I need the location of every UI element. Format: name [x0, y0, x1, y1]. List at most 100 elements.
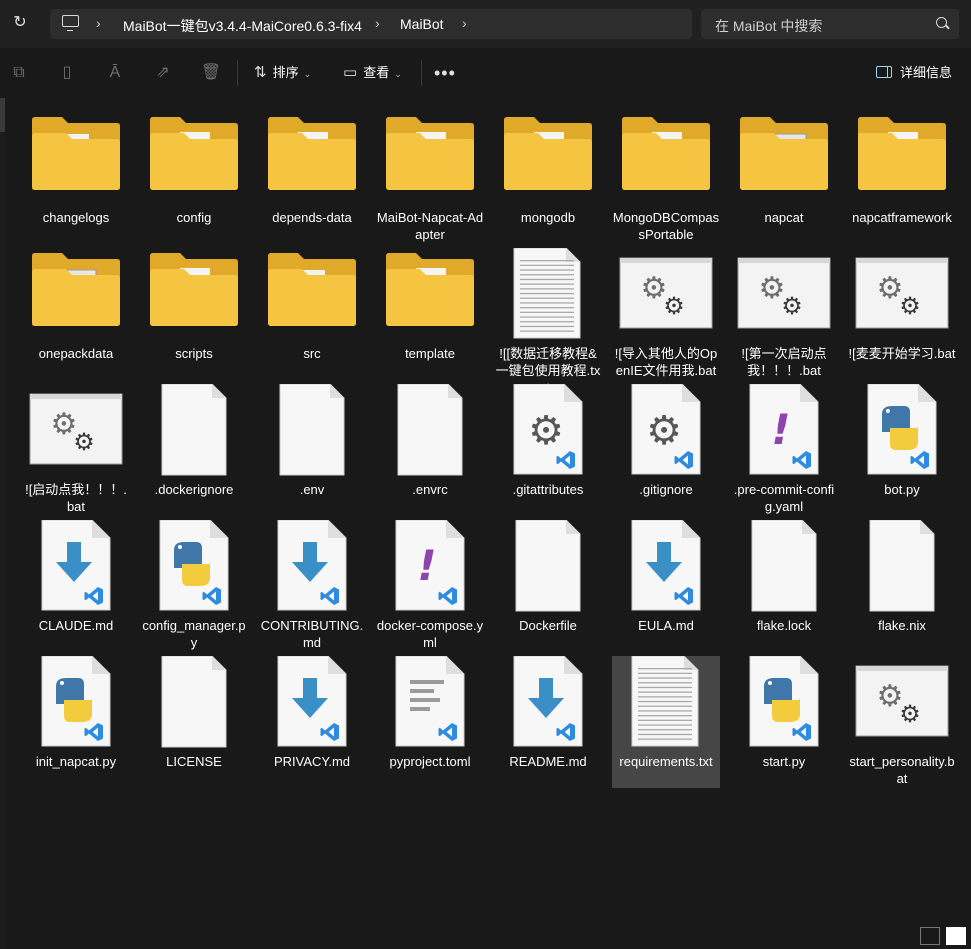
navigation-pane-edge[interactable] [0, 98, 6, 949]
file-item[interactable]: .dockerignore [140, 384, 248, 516]
file-item[interactable]: Dockerfile [494, 520, 602, 652]
file-item[interactable]: PRIVACY.md [258, 656, 366, 788]
item-label: ![第一次启动点我！！！.bat [741, 346, 827, 378]
file-item[interactable]: flake.nix [848, 520, 956, 652]
folder-item[interactable]: MongoDBCompassPortable [612, 112, 720, 244]
gitfile-file-icon: ⚙ [498, 384, 598, 476]
file-item[interactable]: ![[数据迁移教程&一键包使用教程.txt [494, 248, 602, 395]
folder-icon [380, 248, 480, 340]
share-icon[interactable]: ⇗ [150, 60, 176, 86]
file-item[interactable]: ⚙ ⚙ ![启动点我！！！.bat [22, 384, 130, 516]
file-item[interactable]: init_napcat.py [22, 656, 130, 788]
item-label: changelogs [42, 210, 110, 225]
address-bar-row: ↻ › MaiBot一键包v3.4.4-MaiCore0.6.3-fix4 › … [0, 0, 971, 48]
search-box[interactable]: 在 MaiBot 中搜索 [701, 9, 959, 39]
py-file-icon [734, 656, 834, 748]
item-label: config_manager.py [142, 618, 246, 650]
scrollbar-thumb[interactable] [0, 98, 5, 132]
md-file-icon [262, 520, 362, 612]
file-item[interactable]: ⚙ .gitattributes [494, 384, 602, 516]
file-item[interactable]: pyproject.toml [376, 656, 484, 788]
delete-icon[interactable]: 🗑 [198, 60, 224, 86]
item-label: config [176, 210, 212, 225]
item-label: .pre-commit-config.yaml [733, 482, 835, 514]
bat-file-icon: ⚙ ⚙ [26, 384, 126, 476]
folder-item[interactable]: mongodb [494, 112, 602, 244]
item-label: napcat [764, 210, 804, 225]
refresh-icon[interactable]: ↻ [10, 13, 30, 33]
sort-button[interactable]: ⇅ 排序 ⌄ [254, 60, 311, 86]
folder-item[interactable]: onepackdata [22, 248, 130, 380]
md-file-icon [262, 656, 362, 748]
paste-icon[interactable]: ▯ [54, 60, 80, 86]
file-item[interactable]: requirements.txt [612, 656, 720, 788]
large-icons-view-button[interactable] [946, 927, 966, 945]
search-icon[interactable] [936, 17, 947, 28]
file-item[interactable]: ⚙ .gitignore [612, 384, 720, 516]
txt-file-icon [616, 656, 716, 748]
item-label: CLAUDE.md [38, 618, 114, 633]
file-item[interactable]: .env [258, 384, 366, 516]
rename-icon[interactable]: Ā [102, 60, 128, 86]
folder-icon [498, 112, 598, 204]
file-item[interactable]: EULA.md [612, 520, 720, 652]
more-options-icon[interactable]: ••• [434, 60, 456, 86]
file-item[interactable]: ! .pre-commit-config.yaml [730, 384, 838, 516]
folder-item[interactable]: scripts [140, 248, 248, 380]
breadcrumb[interactable]: › MaiBot一键包v3.4.4-MaiCore0.6.3-fix4 › Ma… [50, 9, 692, 39]
search-input[interactable]: 在 MaiBot 中搜索 [715, 16, 822, 36]
file-item[interactable]: ⚙ ⚙ ![麦麦开始学习.bat [848, 248, 956, 380]
item-label: onepackdata [38, 346, 114, 361]
svg-text:⚙: ⚙ [899, 700, 921, 728]
details-pane-button[interactable]: 详细信息 [876, 60, 952, 86]
py-file-icon [852, 384, 952, 476]
chevron-right-icon[interactable]: › [375, 15, 380, 31]
details-view-button[interactable] [920, 927, 940, 945]
svg-text:!: ! [417, 541, 436, 590]
folder-item[interactable]: { } depends-data [258, 112, 366, 244]
folder-icon: { } [262, 112, 362, 204]
folder-icon [616, 112, 716, 204]
folder-icon: ⚙ [734, 112, 834, 204]
item-label: bot.py [884, 482, 920, 497]
item-label: start_personality.bat [849, 754, 955, 786]
file-item[interactable]: config_manager.py [140, 520, 248, 652]
view-button[interactable]: ▭ 查看 ⌄ [343, 60, 402, 86]
item-label: README.md [509, 754, 587, 769]
sort-icon: ⇅ [254, 64, 267, 81]
file-item[interactable]: ⚙ ⚙ ![导入其他人的OpenIE文件用我.bat [612, 248, 720, 380]
view-icon: ▭ [343, 64, 358, 81]
blank-file-icon [144, 656, 244, 748]
yaml-file-icon: ! [380, 520, 480, 612]
file-item[interactable]: start.py [730, 656, 838, 788]
bat-file-icon: ⚙ ⚙ [734, 248, 834, 340]
file-item[interactable]: ! docker-compose.yml [376, 520, 484, 652]
folder-item[interactable]: ⚙ napcatframework [848, 112, 956, 244]
copy-icon[interactable]: ⧉ [6, 60, 32, 86]
chevron-right-icon[interactable]: › [96, 15, 101, 31]
file-item[interactable]: ⚙ ⚙ ![第一次启动点我！！！.bat [730, 248, 838, 380]
breadcrumb-item-root[interactable]: MaiBot一键包v3.4.4-MaiCore0.6.3-fix4 [123, 16, 362, 36]
file-item[interactable]: bot.py [848, 384, 956, 516]
svg-text:⚙: ⚙ [528, 408, 564, 454]
file-item[interactable]: README.md [494, 656, 602, 788]
folder-item[interactable]: changelogs [22, 112, 130, 244]
file-item[interactable]: ⚙ ⚙ start_personality.bat [848, 656, 956, 788]
folder-item[interactable]: ⚙ napcat [730, 112, 838, 244]
chevron-down-icon: ⌄ [394, 69, 402, 79]
this-pc-icon[interactable] [62, 15, 79, 31]
md-file-icon [616, 520, 716, 612]
folder-item[interactable]: config [140, 112, 248, 244]
item-label: pyproject.toml [389, 754, 471, 769]
file-item[interactable]: .envrc [376, 384, 484, 516]
folder-item[interactable]: ⚙ MaiBot-Napcat-Adapter [376, 112, 484, 244]
file-item[interactable]: LICENSE [140, 656, 248, 788]
breadcrumb-item-current[interactable]: MaiBot [400, 16, 444, 32]
file-item[interactable]: flake.lock [730, 520, 838, 652]
file-item[interactable]: CONTRIBUTING.md [258, 520, 366, 652]
file-item[interactable]: CLAUDE.md [22, 520, 130, 652]
chevron-right-icon[interactable]: › [462, 15, 467, 31]
item-label: .env [299, 482, 325, 497]
folder-item[interactable]: template [376, 248, 484, 380]
folder-item[interactable]: src [258, 248, 366, 380]
